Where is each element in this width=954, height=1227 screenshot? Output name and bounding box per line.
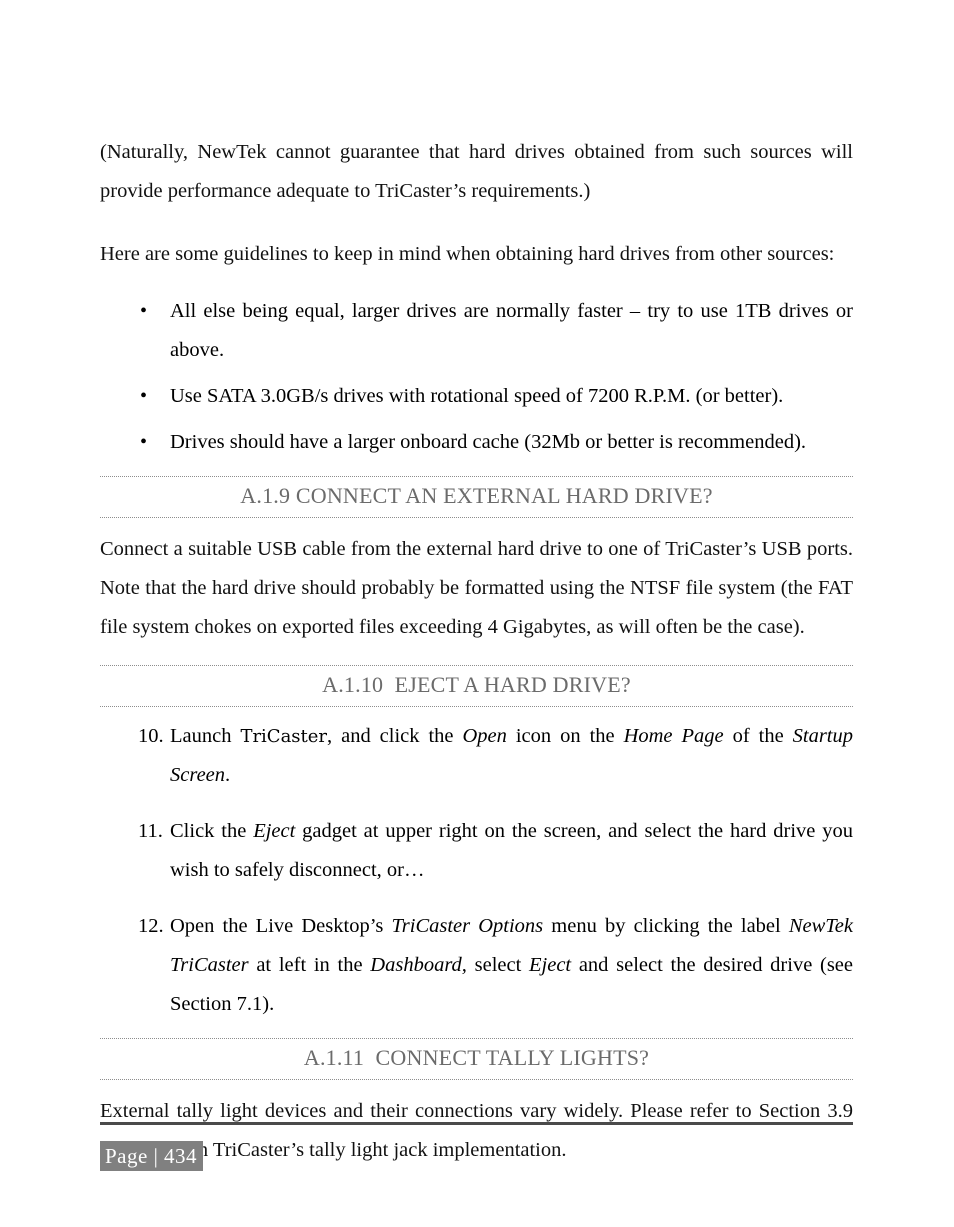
text-run-eject: Eject xyxy=(529,953,572,976)
section-number: A.1.10 xyxy=(322,671,384,697)
section-title: CONNECT TALLY LIGHTS? xyxy=(375,1044,650,1070)
eject-steps-list: 10. Launch TriCaster, and click the Open… xyxy=(100,717,853,1024)
text-run-tricaster-options: TriCaster Options xyxy=(391,914,544,937)
section-heading-a110: A.1.10 EJECT A HARD DRIVE? xyxy=(100,664,853,707)
paragraph-a19-body: Connect a suitable USB cable from the ex… xyxy=(100,537,853,638)
text-run: Click the xyxy=(170,819,254,842)
text-run-eject: Eject xyxy=(253,819,296,842)
text-run-open: Open xyxy=(462,724,507,747)
bullet-icon: • xyxy=(140,385,148,407)
section-title: EJECT A HARD DRIVE? xyxy=(394,671,631,697)
text-run-home-page: Home Page xyxy=(623,724,724,747)
list-item: 11. Click the Eject gadget at upper righ… xyxy=(100,812,853,890)
section-title: CONNECT AN EXTERNAL HARD DRIVE? xyxy=(295,483,713,508)
text-run-tricaster: TriCaster xyxy=(240,725,328,747)
text-run: . xyxy=(225,763,231,786)
section-number-gap xyxy=(383,672,394,697)
text-run: select xyxy=(466,953,529,976)
section-number-gap xyxy=(364,1045,375,1070)
list-item: • All else being equal, larger drives ar… xyxy=(100,292,853,370)
footer-divider xyxy=(100,1122,853,1125)
text-run: of the xyxy=(723,724,793,747)
text-run: Open the Live Desktop’s xyxy=(170,914,392,937)
text-run: at left in the xyxy=(248,953,371,976)
list-item-text: Open the Live Desktop’s TriCaster Option… xyxy=(170,915,853,1015)
paragraph-intro-note: (Naturally, NewTek cannot guarantee that… xyxy=(100,141,853,202)
list-item-text: Drives should have a larger onboard cach… xyxy=(170,431,807,453)
list-item-number: 12. xyxy=(138,914,164,937)
text-run: , and click the xyxy=(327,724,463,747)
text-run: icon on the xyxy=(506,724,624,747)
list-item-number: 10. xyxy=(138,724,164,747)
section-number: A.1.9 xyxy=(240,483,291,508)
paragraph-guidelines-lead-in: Here are some guidelines to keep in mind… xyxy=(100,243,835,265)
list-item-text: All else being equal, larger drives are … xyxy=(170,300,853,361)
list-item-text: Click the Eject gadget at upper right on… xyxy=(170,820,853,881)
list-item: • Drives should have a larger onboard ca… xyxy=(100,423,853,462)
section-number: A.1.11 xyxy=(303,1044,365,1070)
bullet-icon: • xyxy=(140,431,148,453)
page-number-badge: Page | 434 xyxy=(100,1141,204,1171)
page-footer: Page | 434 xyxy=(100,1122,853,1171)
section-heading-a111: A.1.11 CONNECT TALLY LIGHTS? xyxy=(100,1037,853,1080)
document-page: (Naturally, NewTek cannot guarantee that… xyxy=(0,0,954,1227)
section-heading-a19: A.1.9 CONNECT AN EXTERNAL HARD DRIVE? xyxy=(100,476,853,518)
list-item: 12. Open the Live Desktop’s TriCaster Op… xyxy=(100,907,853,1024)
page-content: (Naturally, NewTek cannot guarantee that… xyxy=(100,0,853,1170)
footer-line: Page | 434 xyxy=(100,1141,853,1171)
list-item-text: Use SATA 3.0GB/s drives with rotational … xyxy=(170,385,784,407)
list-item-number: 11. xyxy=(138,819,163,842)
list-item-text: Launch TriCaster, and click the Open ico… xyxy=(170,725,853,786)
guidelines-bullet-list: • All else being equal, larger drives ar… xyxy=(100,292,853,462)
text-run: Launch xyxy=(170,724,241,747)
text-run: menu by clicking the label xyxy=(543,914,789,937)
list-item: 10. Launch TriCaster, and click the Open… xyxy=(100,717,853,795)
list-item: • Use SATA 3.0GB/s drives with rotationa… xyxy=(100,377,853,416)
text-run-dashboard: Dashboard, xyxy=(370,953,467,976)
bullet-icon: • xyxy=(140,300,148,322)
